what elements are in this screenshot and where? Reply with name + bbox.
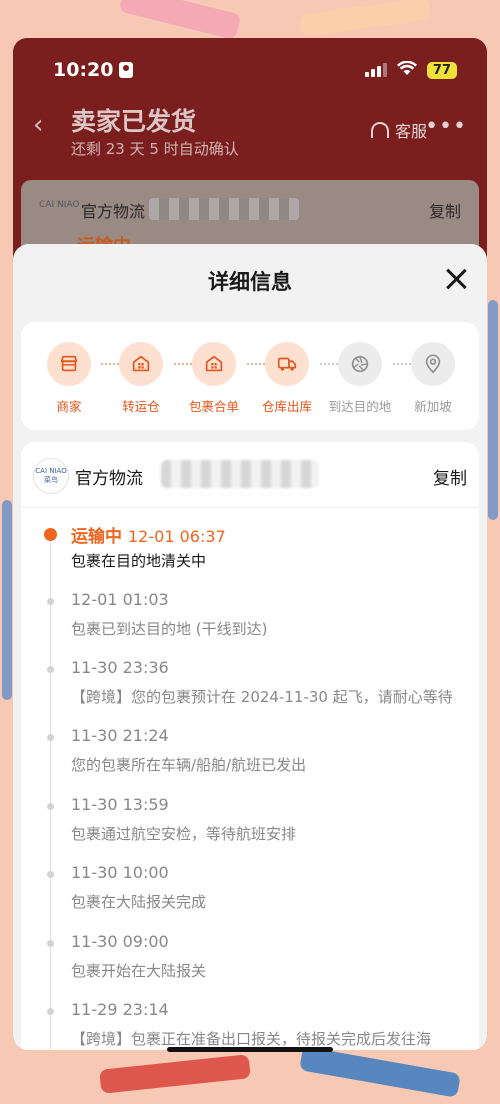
background-decoration bbox=[99, 1054, 251, 1094]
copy-button[interactable]: 复制 bbox=[429, 198, 461, 222]
truck-icon bbox=[265, 342, 309, 386]
dot-icon bbox=[47, 803, 54, 810]
page-title: 卖家已发货 bbox=[71, 107, 197, 136]
background-decoration bbox=[488, 300, 498, 520]
timeline-timestamp: 12-01 06:37 bbox=[128, 527, 226, 546]
cainiao-logo: CAI NIAO 菜鸟 bbox=[33, 458, 69, 494]
carrier-name: 官方物流 bbox=[75, 469, 143, 489]
background-decoration bbox=[299, 0, 431, 37]
step-package-merge: 包裹合单 bbox=[174, 342, 254, 415]
back-button[interactable]: ‹ bbox=[33, 110, 43, 140]
tracking-card: CAI NIAO 菜鸟 官方物流 复制 运输中 12-01 06:37 包裹在目的… bbox=[21, 442, 479, 1050]
dot-icon bbox=[47, 940, 54, 947]
timeline-timestamp: 11-29 23:14 bbox=[71, 1000, 169, 1019]
step-warehouse-outbound: 仓库出库 bbox=[247, 342, 327, 415]
step-label: 新加坡 bbox=[414, 399, 452, 414]
home-indicator[interactable] bbox=[167, 1047, 333, 1052]
store-icon bbox=[47, 342, 91, 386]
timeline-timestamp: 11-30 21:24 bbox=[71, 726, 169, 745]
carrier-label: 官方物流 bbox=[81, 202, 146, 221]
timeline-desc: 包裹在目的地清关中 bbox=[71, 552, 207, 570]
sheet-title: 详细信息 bbox=[208, 270, 292, 294]
carrier-logo: CAI NIAO bbox=[39, 200, 80, 210]
dot-icon bbox=[47, 871, 54, 878]
wifi-icon bbox=[396, 60, 417, 80]
status-bar: 10:20 77 bbox=[13, 38, 487, 102]
step-label: 到达目的地 bbox=[328, 399, 392, 414]
detail-sheet: 详细信息 商家 转运仓 包裹合单 仓库出库 到达目的地 新加坡 CAI NIAO… bbox=[13, 244, 487, 1050]
timeline-desc: 您的包裹所在车辆/船舶/航班已发出 bbox=[71, 756, 307, 774]
status-right: 77 bbox=[364, 60, 457, 80]
carrier-row: CAI NIAO 菜鸟 官方物流 复制 bbox=[21, 442, 479, 508]
tracking-number-redacted bbox=[149, 198, 299, 220]
timeline-timestamp: 11-30 10:00 bbox=[71, 863, 169, 882]
warehouse-icon bbox=[119, 342, 163, 386]
top-nav: ‹ 卖家已发货 还剩 23 天 5 时自动确认 客服 ••• bbox=[13, 100, 487, 160]
more-button[interactable]: ••• bbox=[425, 114, 467, 139]
cellular-signal-icon bbox=[364, 63, 387, 77]
location-pin-icon bbox=[411, 342, 455, 386]
timeline-desc: 包裹已到达目的地 (干线到达) bbox=[71, 620, 268, 638]
background-decoration bbox=[118, 0, 242, 41]
dot-icon bbox=[47, 734, 54, 741]
battery-indicator: 77 bbox=[426, 61, 457, 79]
current-dot-icon bbox=[44, 528, 57, 541]
shipping-progress-steps: 商家 转运仓 包裹合单 仓库出库 到达目的地 新加坡 bbox=[21, 322, 479, 430]
dot-icon bbox=[47, 598, 54, 605]
customer-service-button[interactable]: 客服 bbox=[370, 118, 427, 142]
customer-service-label: 客服 bbox=[394, 122, 427, 141]
step-merchant: 商家 bbox=[29, 342, 109, 415]
step-arrived-destination: 到达目的地 bbox=[320, 342, 400, 415]
timeline-timestamp: 12-01 01:03 bbox=[71, 590, 169, 609]
timeline-timestamp: 11-30 23:36 bbox=[71, 658, 169, 677]
background-decoration bbox=[299, 1046, 461, 1098]
step-label: 包裹合单 bbox=[188, 399, 239, 414]
page-subtitle: 还剩 23 天 5 时自动确认 bbox=[71, 140, 239, 158]
timeline-line bbox=[50, 538, 51, 1050]
status-time-group: 10:20 bbox=[53, 59, 134, 81]
timeline-status: 运输中 bbox=[71, 527, 122, 547]
timeline-desc: 包裹开始在大陆报关 bbox=[71, 962, 207, 980]
timeline-desc: 包裹在大陆报关完成 bbox=[71, 893, 207, 911]
step-singapore: 新加坡 bbox=[393, 342, 473, 415]
status-time: 10:20 bbox=[53, 59, 114, 81]
aperture-icon bbox=[338, 342, 382, 386]
step-label: 仓库出库 bbox=[261, 399, 312, 414]
app-window: 10:20 77 ‹ 卖家已发货 还剩 23 天 5 时自动确认 客服 ••• … bbox=[13, 38, 487, 1050]
timeline-time: 运输中 12-01 06:37 bbox=[71, 522, 226, 547]
tracking-number-redacted bbox=[161, 460, 319, 488]
timeline-timestamp: 11-30 09:00 bbox=[71, 932, 169, 951]
dot-icon bbox=[47, 666, 54, 673]
step-label: 商家 bbox=[56, 399, 82, 414]
step-label: 转运仓 bbox=[122, 399, 160, 414]
timeline-desc: 【跨境】包裹正在准备出口报关，待报关完成后发往海 bbox=[71, 1030, 432, 1048]
timeline-desc: 【跨境】您的包裹预计在 2024-11-30 起飞，请耐心等待 bbox=[71, 688, 453, 706]
sheet-header: 详细信息 bbox=[13, 244, 487, 322]
headset-icon bbox=[370, 122, 389, 138]
warehouse-icon bbox=[192, 342, 236, 386]
copy-tracking-button[interactable]: 复制 bbox=[433, 464, 467, 489]
id-card-icon bbox=[119, 62, 134, 78]
close-icon[interactable] bbox=[443, 266, 469, 292]
dot-icon bbox=[47, 1008, 54, 1015]
timeline-desc: 包裹通过航空安检，等待航班安排 bbox=[71, 825, 297, 843]
step-transfer-warehouse: 转运仓 bbox=[101, 342, 181, 415]
timeline-timestamp: 11-30 13:59 bbox=[71, 795, 169, 814]
background-decoration bbox=[2, 500, 12, 700]
